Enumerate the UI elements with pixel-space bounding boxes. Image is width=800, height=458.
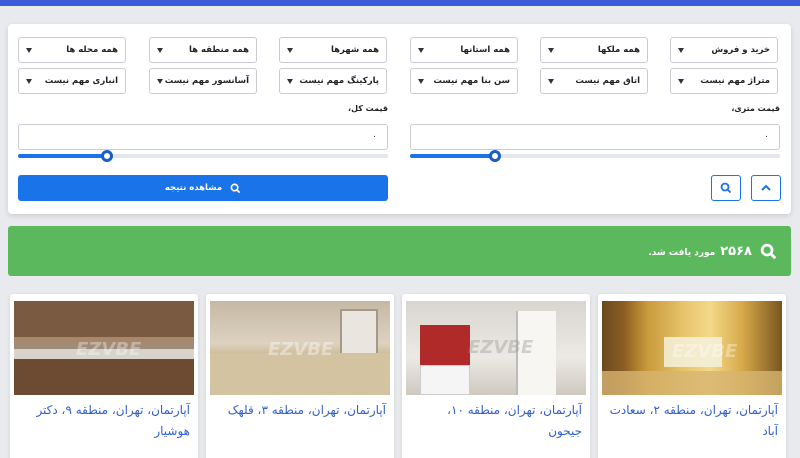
caret-down-icon: [418, 78, 424, 84]
price-per-meter-label: قیمت متری،: [731, 104, 780, 113]
caret-down-icon: [26, 78, 32, 84]
slider-handle[interactable]: [489, 150, 501, 162]
results-count-bar: ۲۵۶۸ مورد یافت شد.: [8, 226, 791, 276]
rooms-select[interactable]: اتاق مهم نیست: [540, 68, 648, 94]
neighborhood-select[interactable]: همه محله ها: [18, 37, 126, 63]
search-icon: [760, 243, 777, 259]
listing-photo[interactable]: EZVBE: [14, 301, 194, 395]
price-total-slider[interactable]: [18, 150, 388, 162]
chevron-up-icon: [761, 184, 771, 191]
kitchen-cabinet: [420, 325, 470, 365]
watermark-logo: EZVBE: [76, 339, 142, 360]
search-icon: [720, 182, 732, 194]
area-select[interactable]: متراژ مهم نیست: [670, 68, 778, 94]
results-label: مورد یافت شد.: [648, 247, 716, 258]
collapse-filters-button[interactable]: [751, 175, 781, 201]
listing-card[interactable]: EZVBE آپارتمان، تهران، منطقه ۲، سعادت آب…: [598, 294, 786, 458]
caret-down-icon: [678, 78, 684, 84]
top-nav-bar: [0, 0, 800, 6]
listing-photo[interactable]: EZVBE: [210, 301, 390, 395]
province-select[interactable]: همه استانها: [410, 37, 518, 63]
listing-card[interactable]: EZVBE آپارتمان، تهران، منطقه ۳، قلهک: [206, 294, 394, 458]
listing-photo[interactable]: EZVBE: [406, 301, 586, 395]
slider-fill: [410, 154, 495, 158]
slider-handle[interactable]: [101, 150, 113, 162]
upper-cabinets: [14, 301, 194, 337]
price-total-input[interactable]: ۰: [18, 124, 388, 150]
listing-title[interactable]: آپارتمان، تهران، منطقه ۱۰، جیحون: [402, 400, 590, 442]
deal-type-select[interactable]: خرید و فروش: [670, 37, 778, 63]
storage-select[interactable]: انباری مهم نیست: [18, 68, 126, 94]
listing-title[interactable]: آپارتمان، تهران، منطقه ۲، سعادت آباد: [598, 400, 786, 442]
slider-fill: [18, 154, 107, 158]
search-icon: [230, 183, 241, 193]
caret-down-icon: [157, 47, 163, 53]
elevator-select[interactable]: آسانسور مهم نیست: [149, 68, 257, 94]
listing-card[interactable]: EZVBE آپارتمان، تهران، منطقه ۱۰، جیحون: [402, 294, 590, 458]
results-summary: ۲۵۶۸ مورد یافت شد.: [648, 244, 752, 259]
caret-down-icon: [157, 78, 163, 84]
results-count: ۲۵۶۸: [720, 243, 752, 259]
parking-select[interactable]: پارکینگ مهم نیست: [279, 68, 387, 94]
listing-photo[interactable]: EZVBE: [602, 301, 782, 395]
building-age-select[interactable]: سن بنا مهم نیست: [410, 68, 518, 94]
caret-down-icon: [287, 47, 293, 53]
caret-down-icon: [548, 47, 554, 53]
region-select[interactable]: همه منطقه ها: [149, 37, 257, 63]
search-filter-panel: خرید و فروش همه ملکها همه استانها همه شه…: [8, 24, 791, 214]
floor: [602, 371, 782, 395]
watermark-logo: EZVBE: [468, 337, 534, 358]
price-per-meter-input[interactable]: ۰: [410, 124, 780, 150]
search-button[interactable]: [711, 175, 741, 201]
caret-down-icon: [418, 47, 424, 53]
price-total-label: قیمت کل،: [348, 104, 388, 113]
lower-cabinets: [14, 359, 194, 395]
caret-down-icon: [26, 47, 32, 53]
listing-title[interactable]: آپارتمان، تهران، منطقه ۹، دکتر هوشیار: [10, 400, 198, 442]
caret-down-icon: [548, 78, 554, 84]
caret-down-icon: [287, 78, 293, 84]
watermark-logo: EZVBE: [672, 341, 738, 362]
show-results-button[interactable]: مشاهده نتیجه: [18, 175, 388, 201]
watermark-logo: EZVBE: [268, 339, 334, 360]
listing-card[interactable]: EZVBE آپارتمان، تهران، منطقه ۹، دکتر هوش…: [10, 294, 198, 458]
city-select[interactable]: همه شهرها: [279, 37, 387, 63]
listing-title[interactable]: آپارتمان، تهران، منطقه ۳، قلهک: [206, 400, 394, 421]
property-type-select[interactable]: همه ملکها: [540, 37, 648, 63]
price-per-meter-slider[interactable]: [410, 150, 780, 162]
kitchen-counter: [420, 365, 470, 395]
caret-down-icon: [678, 47, 684, 53]
